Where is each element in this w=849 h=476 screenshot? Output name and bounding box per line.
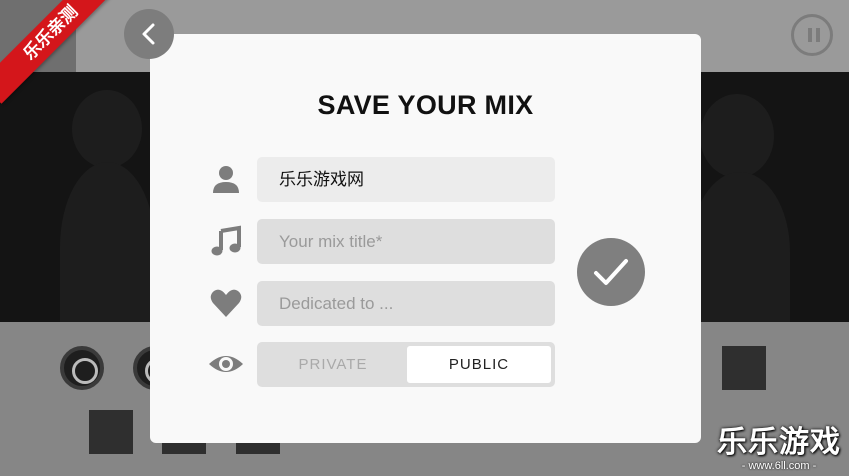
brand-url: - www.6ll.com -	[741, 460, 817, 472]
sound-pad-tile[interactable]	[722, 346, 766, 390]
back-button[interactable]	[124, 9, 174, 59]
silhouette	[700, 94, 774, 178]
visibility-toggle: PRIVATE PUBLIC	[257, 342, 555, 387]
heart-icon	[210, 289, 242, 317]
private-option[interactable]: PRIVATE	[261, 346, 405, 383]
public-option[interactable]: PUBLIC	[407, 346, 551, 383]
chevron-left-icon	[142, 23, 155, 45]
music-note-icon	[211, 225, 241, 256]
sound-pad-icon[interactable]	[60, 346, 104, 390]
mix-title-input[interactable]: Your mix title*	[257, 219, 555, 264]
sound-pad-tile[interactable]	[89, 410, 133, 454]
dialog-title: SAVE YOUR MIX	[317, 90, 534, 120]
pause-icon[interactable]	[791, 14, 833, 56]
silhouette	[72, 90, 142, 168]
save-mix-dialog: SAVE YOUR MIX 乐乐游戏网 Your mix title* Dedi…	[150, 34, 701, 443]
eye-icon	[209, 356, 243, 372]
brand-watermark: 乐乐游戏 - www.6ll.com -	[717, 426, 841, 472]
silhouette	[690, 172, 790, 322]
confirm-button[interactable]	[577, 238, 645, 306]
dedicated-to-input[interactable]: Dedicated to ...	[257, 281, 555, 326]
silhouette	[60, 162, 155, 322]
checkmark-icon	[594, 259, 628, 285]
user-icon	[213, 166, 239, 193]
brand-name: 乐乐游戏	[717, 426, 841, 459]
name-field[interactable]: 乐乐游戏网	[257, 157, 555, 202]
